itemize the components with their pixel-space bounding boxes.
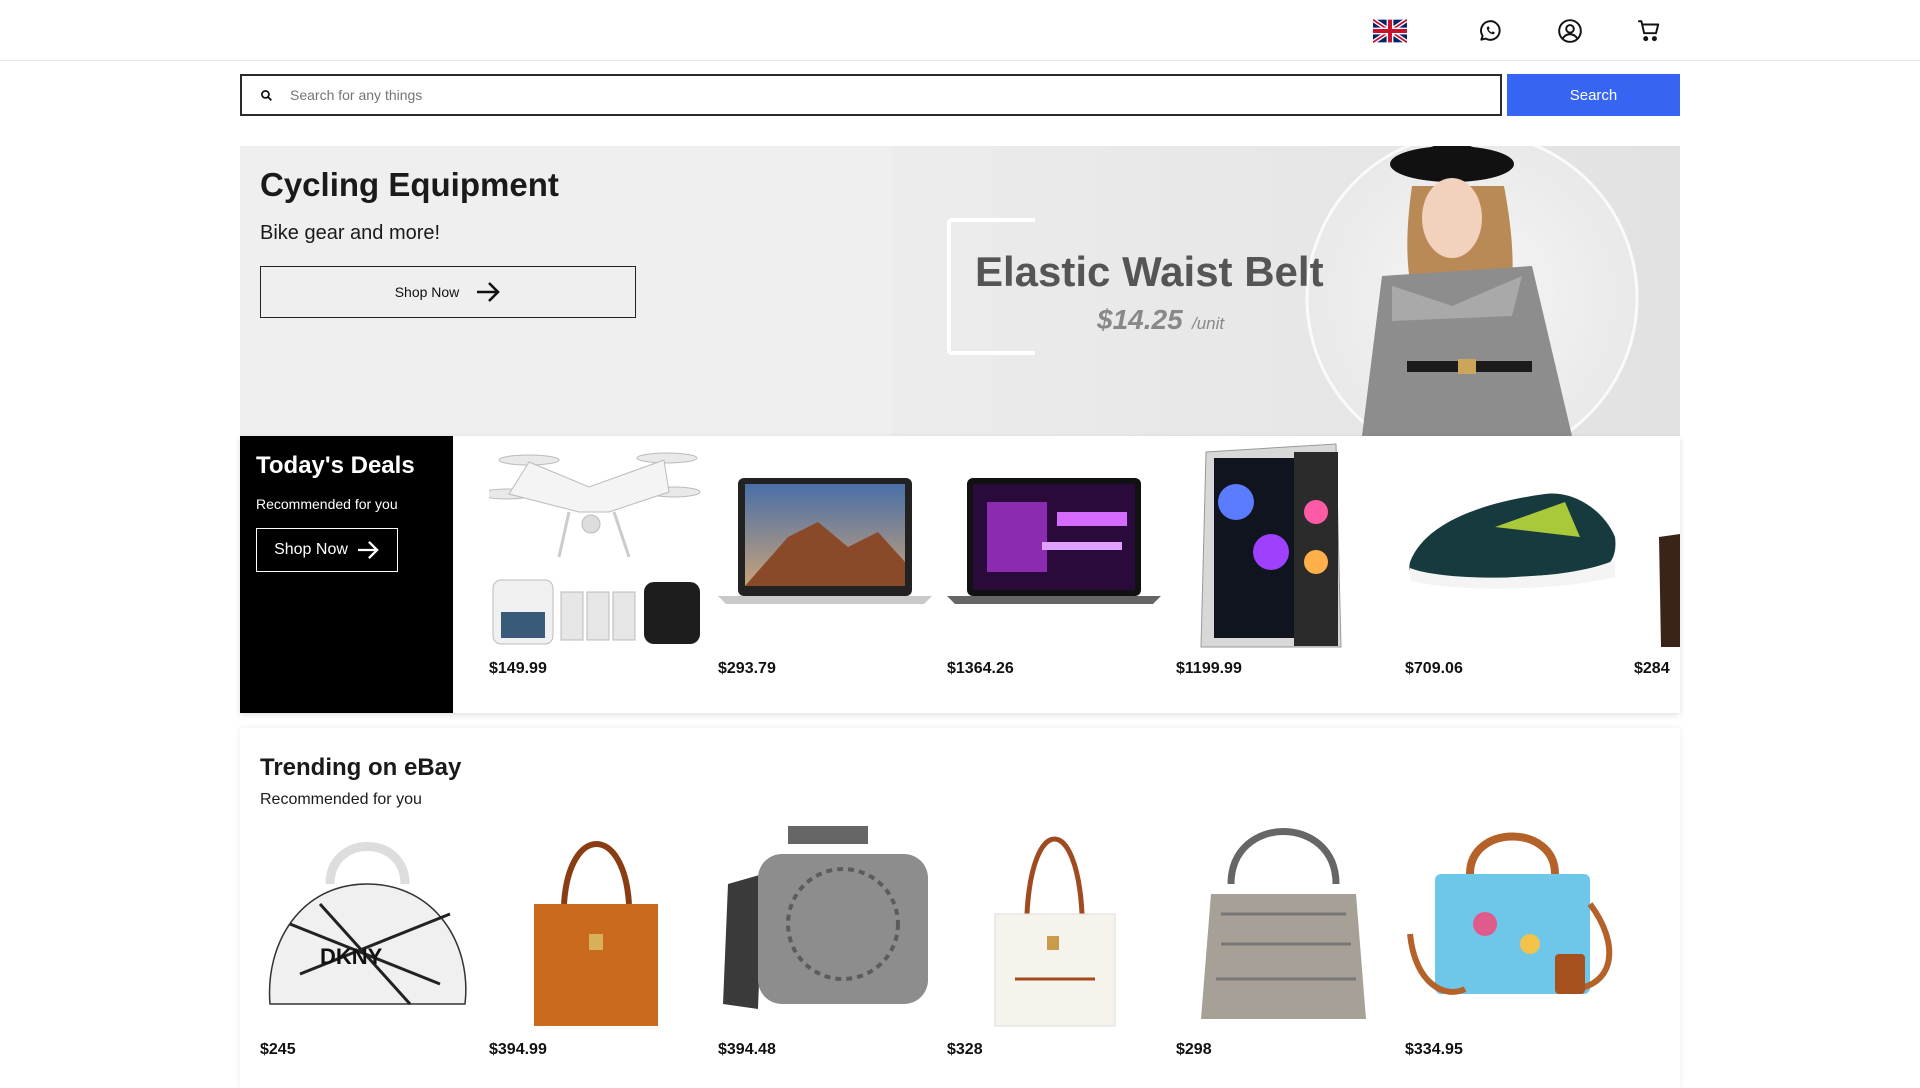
svg-text:DKNY: DKNY bbox=[320, 944, 383, 969]
deal-card[interactable]: $1364.26 bbox=[947, 436, 1161, 713]
deals-shop-now-label: Shop Now bbox=[274, 541, 348, 558]
cart-icon[interactable] bbox=[1632, 14, 1666, 48]
deal-card[interactable]: $284 bbox=[1634, 436, 1680, 713]
search-bar bbox=[240, 74, 1502, 116]
trending-card[interactable]: DKNY $245 bbox=[260, 814, 474, 1064]
deal-price: $709.06 bbox=[1405, 660, 1463, 677]
product-image bbox=[718, 814, 932, 1028]
deals-sidebar: Today's Deals Recommended for you Shop N… bbox=[240, 436, 453, 713]
hero-title: Cycling Equipment bbox=[260, 166, 559, 203]
search-button[interactable]: Search bbox=[1507, 74, 1680, 116]
deal-card[interactable]: $709.06 bbox=[1405, 436, 1619, 713]
promo-title: Elastic Waist Belt bbox=[975, 248, 1324, 295]
trending-card[interactable]: $328 bbox=[947, 814, 1161, 1064]
trending-price: $328 bbox=[947, 1041, 983, 1058]
deal-price: $149.99 bbox=[489, 660, 547, 677]
deals-title: Today's Deals bbox=[256, 452, 415, 479]
todays-deals-section: Today's Deals Recommended for you Shop N… bbox=[240, 436, 1680, 713]
hero-banner: Cycling Equipment Bike gear and more! Sh… bbox=[240, 146, 1680, 436]
hero-shop-now-label: Shop Now bbox=[394, 284, 460, 300]
product-image bbox=[947, 442, 1161, 648]
deal-price: $284 bbox=[1634, 660, 1670, 677]
arrow-right-icon bbox=[477, 282, 501, 302]
product-image bbox=[718, 442, 932, 648]
trending-price: $334.95 bbox=[1405, 1041, 1463, 1058]
trending-price: $394.99 bbox=[489, 1041, 547, 1058]
trending-subtitle: Recommended for you bbox=[260, 791, 422, 808]
search-input[interactable] bbox=[290, 77, 1500, 113]
hero-subtitle: Bike gear and more! bbox=[260, 222, 441, 244]
hero-shop-now-button[interactable]: Shop Now bbox=[260, 266, 636, 318]
trending-card[interactable]: $394.48 bbox=[718, 814, 932, 1064]
promo-price: $14.25 bbox=[1096, 304, 1183, 335]
trending-price: $394.48 bbox=[718, 1041, 776, 1058]
deal-price: $1364.26 bbox=[947, 660, 1014, 677]
product-image bbox=[947, 814, 1161, 1028]
user-circle-icon[interactable] bbox=[1553, 14, 1587, 48]
deal-card[interactable]: $293.79 bbox=[718, 436, 932, 713]
product-image bbox=[1176, 814, 1390, 1028]
product-image bbox=[1405, 814, 1619, 1028]
promo-unit: /unit bbox=[1191, 314, 1225, 333]
trending-price: $298 bbox=[1176, 1041, 1212, 1058]
trending-section: Trending on eBay Recommended for you DKN… bbox=[240, 728, 1680, 1088]
product-image bbox=[1634, 442, 1680, 648]
whatsapp-icon[interactable] bbox=[1473, 14, 1507, 48]
product-image bbox=[1176, 442, 1390, 648]
product-image bbox=[489, 442, 703, 648]
product-image bbox=[489, 814, 703, 1028]
deal-card[interactable]: $1199.99 bbox=[1176, 436, 1390, 713]
trending-card[interactable]: $334.95 bbox=[1405, 814, 1619, 1064]
deals-subtitle: Recommended for you bbox=[256, 496, 398, 512]
trending-title: Trending on eBay bbox=[260, 754, 462, 781]
search-icon bbox=[242, 76, 290, 114]
promo-image[interactable]: Elastic Waist Belt $14.25 /unit bbox=[892, 146, 1680, 436]
product-image: DKNY bbox=[260, 814, 474, 1028]
deal-card[interactable]: $149.99 bbox=[489, 436, 703, 713]
trending-card[interactable]: $394.99 bbox=[489, 814, 703, 1064]
arrow-right-icon bbox=[357, 540, 379, 560]
deal-price: $293.79 bbox=[718, 660, 776, 677]
trending-price: $245 bbox=[260, 1041, 296, 1058]
deals-shop-now-button[interactable]: Shop Now bbox=[256, 528, 398, 572]
uk-flag-icon[interactable] bbox=[1373, 14, 1407, 48]
top-bar bbox=[0, 0, 1920, 61]
deal-price: $1199.99 bbox=[1176, 660, 1242, 677]
product-image bbox=[1405, 442, 1619, 648]
trending-card[interactable]: $298 bbox=[1176, 814, 1390, 1064]
